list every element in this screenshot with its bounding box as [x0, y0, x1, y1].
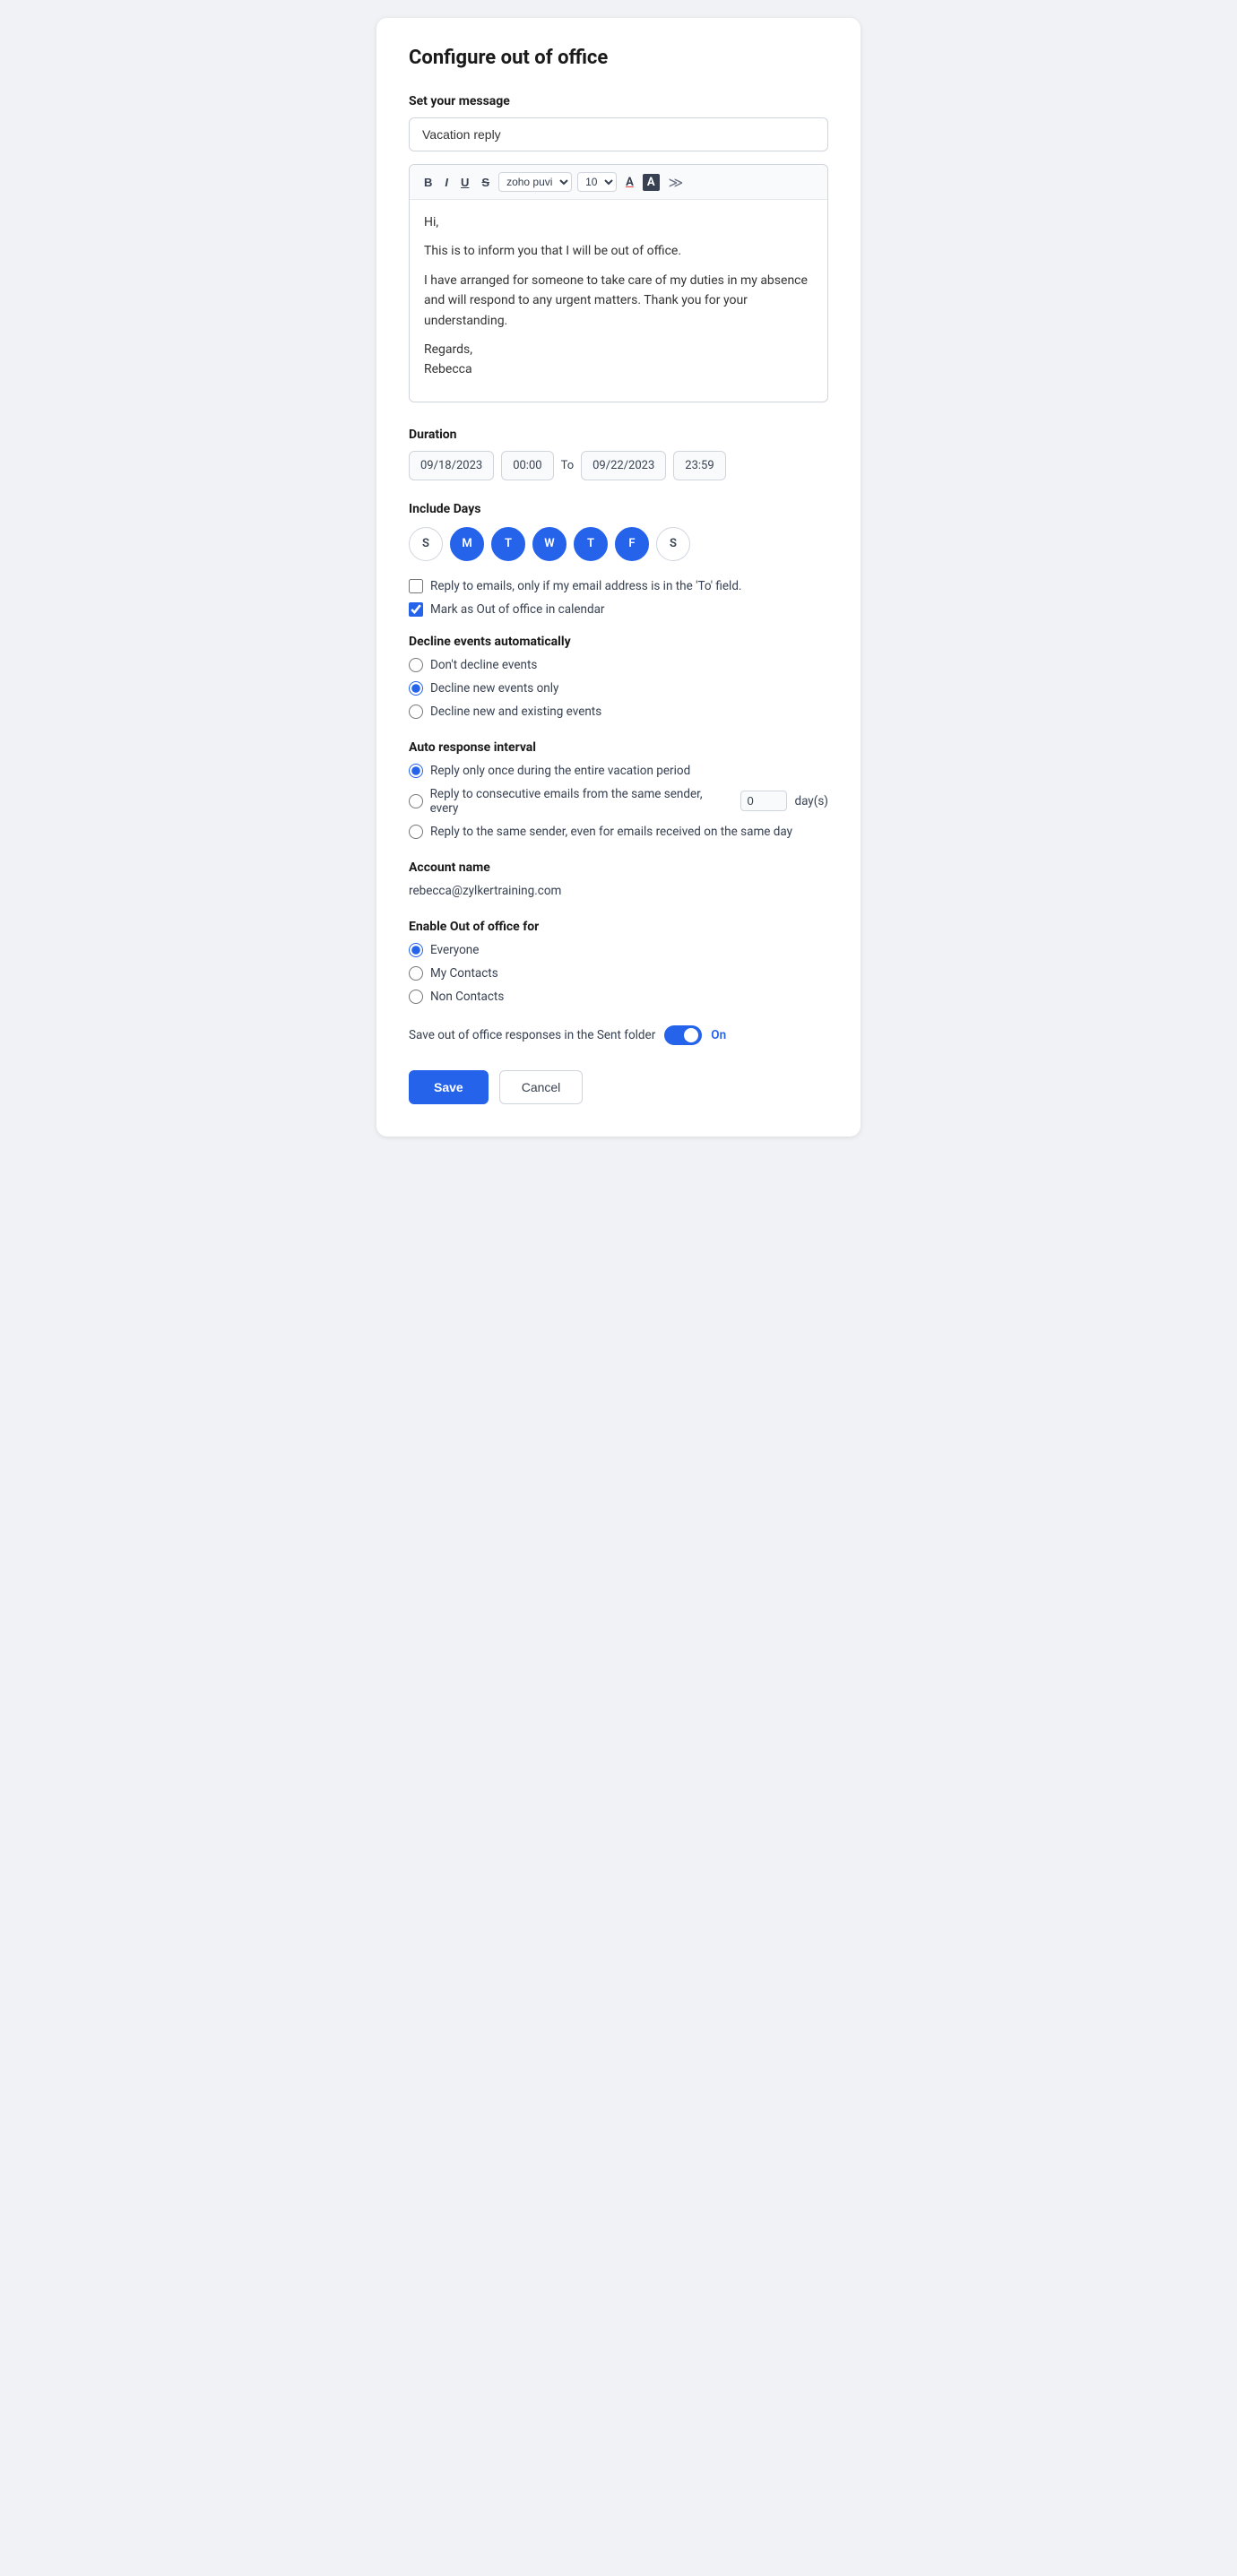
enable-option-1: My Contacts	[409, 966, 828, 981]
decline-label-2: Decline new and existing events	[430, 705, 601, 719]
duration-row: 09/18/2023 00:00 To 09/22/2023 23:59	[409, 451, 828, 480]
decline-label-0: Don't decline events	[430, 658, 537, 672]
enable-radio-2[interactable]	[409, 990, 423, 1004]
rich-text-editor: B I U S zoho puvi 10 A A ≫ Hi, This is t…	[409, 164, 828, 402]
auto-label-2: Reply to the same sender, even for email…	[430, 825, 792, 839]
mark-calendar-row: Mark as Out of office in calendar	[409, 602, 828, 617]
to-label: To	[561, 459, 575, 472]
auto-option-0: Reply only once during the entire vacati…	[409, 764, 828, 778]
decline-events-label: Decline events automatically	[409, 635, 828, 649]
enable-label-2: Non Contacts	[430, 990, 504, 1004]
start-date[interactable]: 09/18/2023	[409, 451, 494, 480]
enable-radio-0[interactable]	[409, 943, 423, 957]
auto-label-0: Reply only once during the entire vacati…	[430, 764, 690, 778]
editor-line-1: Hi,	[424, 212, 813, 232]
sent-folder-toggle[interactable]	[664, 1025, 702, 1045]
save-button[interactable]: Save	[409, 1070, 489, 1104]
button-row: Save Cancel	[409, 1070, 828, 1104]
editor-line-3: I have arranged for someone to take care…	[424, 271, 813, 331]
toggle-slider	[664, 1025, 702, 1045]
days-input[interactable]	[740, 791, 787, 811]
reply-to-field-checkbox[interactable]	[409, 579, 423, 593]
enable-for-label: Enable Out of office for	[409, 920, 828, 934]
cancel-button[interactable]: Cancel	[499, 1070, 584, 1104]
mark-calendar-label: Mark as Out of office in calendar	[430, 602, 605, 617]
day-circle-2[interactable]: T	[491, 527, 525, 561]
include-days-label: Include Days	[409, 502, 828, 516]
account-email: rebecca@zylkertraining.com	[409, 884, 828, 898]
decline-radio-1[interactable]	[409, 681, 423, 696]
editor-toolbar: B I U S zoho puvi 10 A A ≫	[410, 165, 827, 200]
sent-folder-row: Save out of office responses in the Sent…	[409, 1025, 828, 1045]
decline-option-0: Don't decline events	[409, 658, 828, 672]
day-circle-5[interactable]: F	[615, 527, 649, 561]
decline-events-group: Don't decline events Decline new events o…	[409, 658, 828, 719]
auto-option-2: Reply to the same sender, even for email…	[409, 825, 828, 839]
days-row: SMTWTFS	[409, 527, 828, 561]
duration-label: Duration	[409, 428, 828, 442]
account-name-label: Account name	[409, 860, 828, 875]
enable-radio-1[interactable]	[409, 966, 423, 981]
day-circle-4[interactable]: T	[574, 527, 608, 561]
day-circle-0[interactable]: S	[409, 527, 443, 561]
auto-response-group: Reply only once during the entire vacati…	[409, 764, 828, 839]
mark-calendar-checkbox[interactable]	[409, 602, 423, 617]
decline-radio-2[interactable]	[409, 705, 423, 719]
enable-label-1: My Contacts	[430, 966, 498, 981]
auto-option-1: Reply to consecutive emails from the sam…	[409, 787, 828, 816]
strikethrough-button[interactable]: S	[478, 174, 493, 191]
reply-to-field-label: Reply to emails, only if my email addres…	[430, 579, 742, 593]
auto-radio-0[interactable]	[409, 764, 423, 778]
enable-for-group: Everyone My Contacts Non Contacts	[409, 943, 828, 1004]
bold-button[interactable]: B	[420, 174, 436, 191]
message-section-label: Set your message	[409, 94, 828, 108]
day-circle-1[interactable]: M	[450, 527, 484, 561]
enable-label-0: Everyone	[430, 943, 479, 957]
underline-button[interactable]: U	[457, 174, 472, 191]
end-time[interactable]: 23:59	[673, 451, 725, 480]
editor-body[interactable]: Hi, This is to inform you that I will be…	[410, 200, 827, 402]
day-circle-6[interactable]: S	[656, 527, 690, 561]
decline-option-2: Decline new and existing events	[409, 705, 828, 719]
day-circle-3[interactable]: W	[532, 527, 567, 561]
configure-out-of-office-card: Configure out of office Set your message…	[376, 18, 861, 1137]
page-title: Configure out of office	[409, 47, 828, 69]
decline-label-1: Decline new events only	[430, 681, 558, 696]
expand-toolbar-button[interactable]: ≫	[669, 174, 684, 191]
end-date[interactable]: 09/22/2023	[581, 451, 666, 480]
editor-line-4: Regards, Rebecca	[424, 340, 813, 380]
sent-folder-label: Save out of office responses in the Sent…	[409, 1028, 655, 1042]
decline-radio-0[interactable]	[409, 658, 423, 672]
subject-input[interactable]	[409, 117, 828, 151]
toggle-on-label: On	[711, 1028, 726, 1042]
decline-option-1: Decline new events only	[409, 681, 828, 696]
italic-button[interactable]: I	[441, 174, 452, 191]
auto-radio-1[interactable]	[409, 794, 423, 808]
editor-line-2: This is to inform you that I will be out…	[424, 241, 813, 261]
font-color-button[interactable]: A	[622, 174, 637, 191]
start-time[interactable]: 00:00	[501, 451, 553, 480]
font-size-select[interactable]: 10	[577, 172, 617, 192]
auto-response-label: Auto response interval	[409, 740, 828, 755]
font-bg-button[interactable]: A	[643, 174, 660, 191]
enable-option-2: Non Contacts	[409, 990, 828, 1004]
font-family-select[interactable]: zoho puvi	[498, 172, 572, 192]
enable-option-0: Everyone	[409, 943, 828, 957]
reply-to-field-row: Reply to emails, only if my email addres…	[409, 579, 828, 593]
auto-label-1: Reply to consecutive emails from the sam…	[430, 787, 727, 816]
days-suffix: day(s)	[794, 794, 828, 808]
auto-radio-2[interactable]	[409, 825, 423, 839]
